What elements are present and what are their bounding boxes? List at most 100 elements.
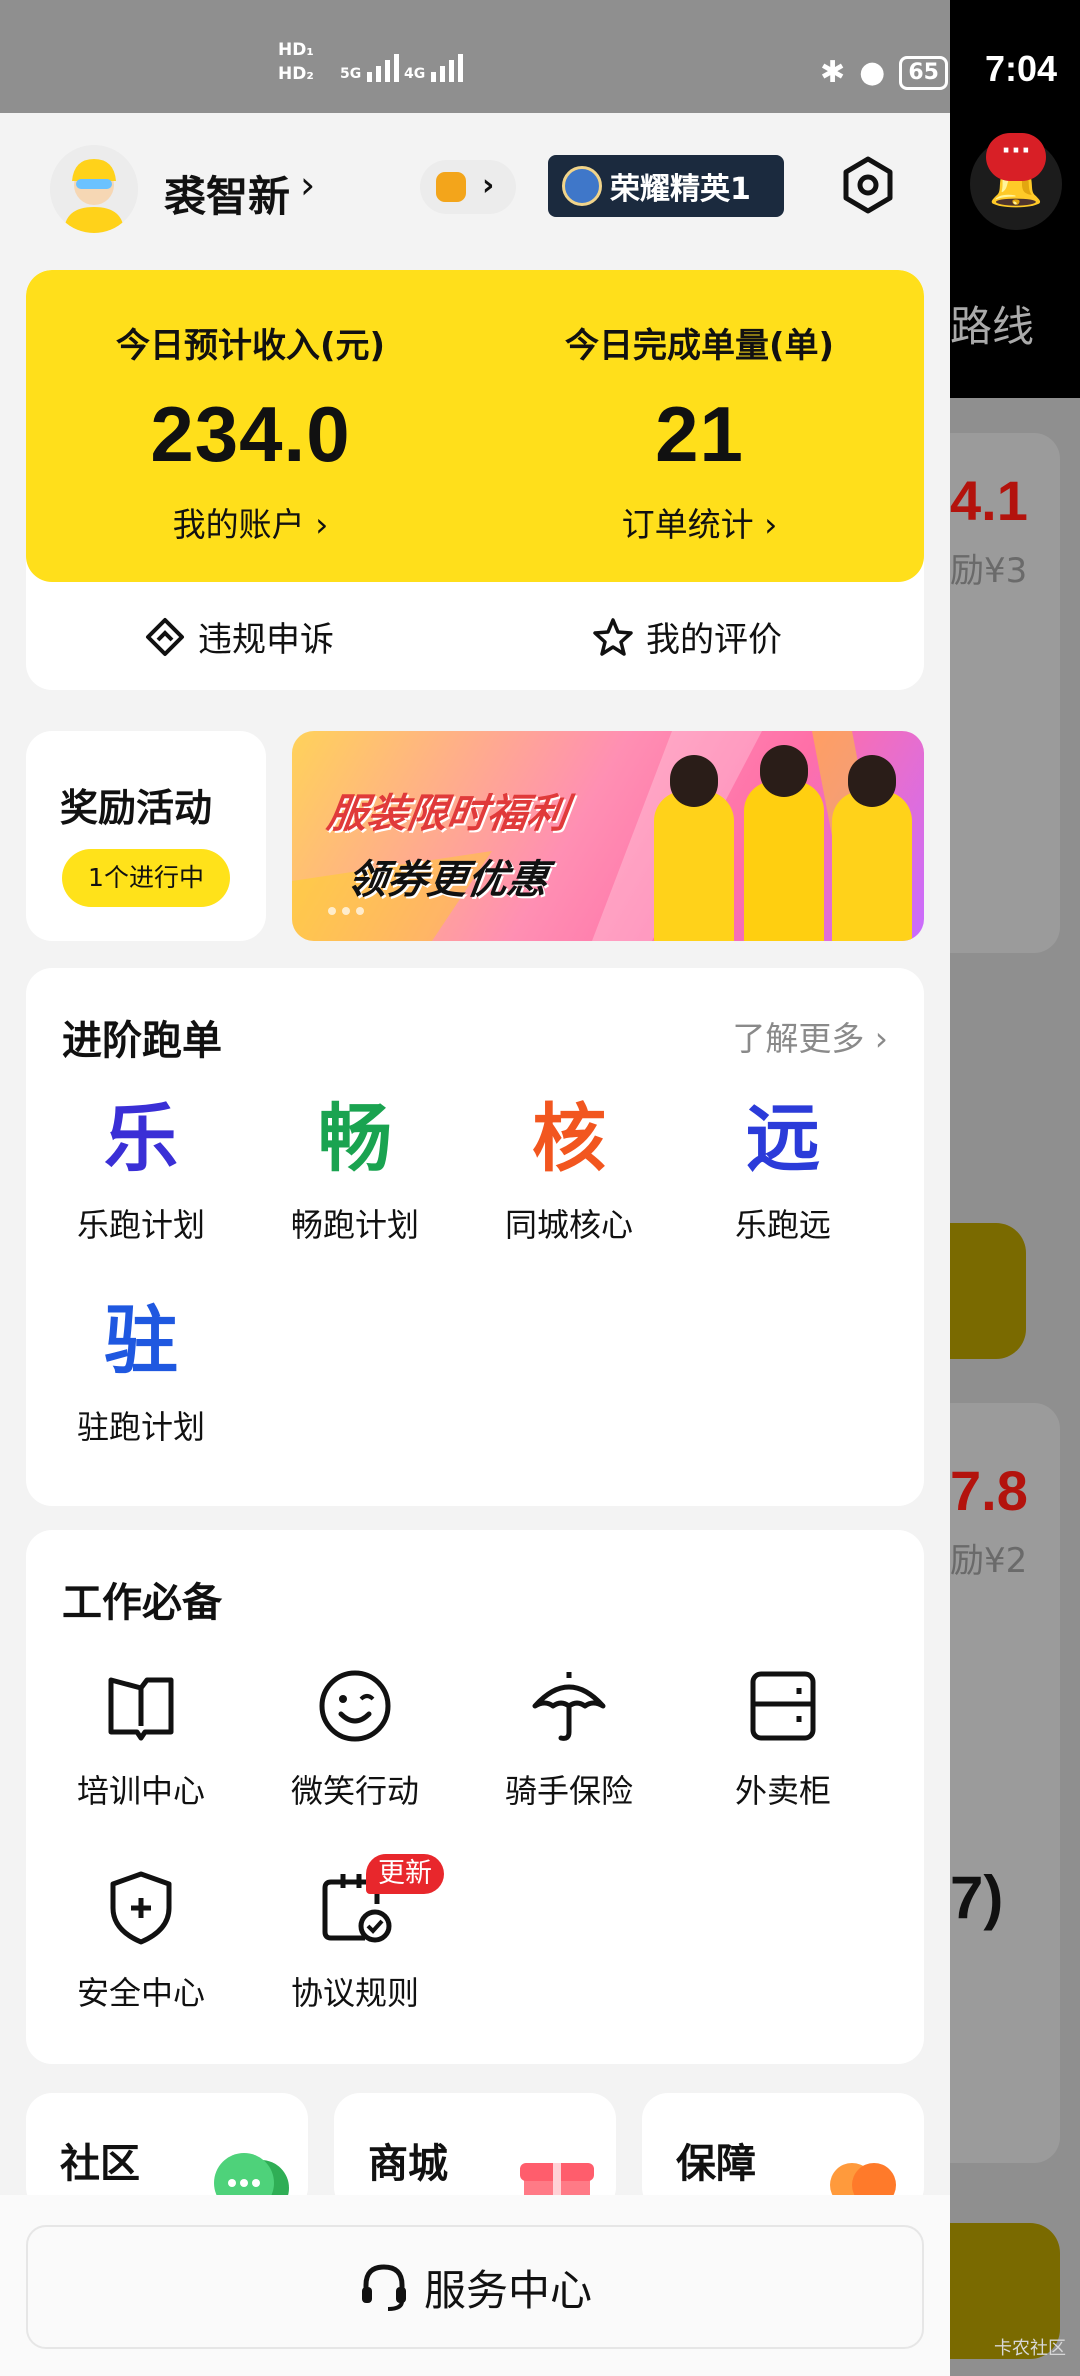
service-center-button[interactable]: 服务中心 <box>26 2225 924 2349</box>
settings-gear-icon[interactable] <box>838 155 898 215</box>
rider-insurance[interactable]: 骑手保险 <box>462 1666 676 1812</box>
learn-more-link[interactable]: 了解更多 › <box>732 1012 888 1060</box>
rating-label: 我的评价 <box>646 620 782 660</box>
smile-action[interactable]: 微笑行动 <box>248 1666 462 1812</box>
update-badge: 更新 <box>366 1854 444 1894</box>
model-head <box>848 755 896 807</box>
plan-chang-label: 畅跑计划 <box>290 1206 419 1244</box>
rider-insurance-label: 骑手保险 <box>504 1772 633 1810</box>
plan-yuan-icon: 远 <box>746 1096 820 1182</box>
appeal-label: 违规申诉 <box>198 620 334 660</box>
smile-action-label: 微笑行动 <box>290 1772 419 1810</box>
model-figure <box>654 791 734 941</box>
guarantee-title: 保障 <box>676 2141 756 2187</box>
banner-subline: 领券更优惠 <box>344 857 551 903</box>
plan-yuan[interactable]: 远 乐跑远 <box>676 1094 890 1246</box>
background-amount-2: 7.8 <box>950 1459 1028 1522</box>
side-drawer: 裘智新 › › 荣耀精英1 今日预计收入(元) 234.0 我的账户 › 今日完 <box>0 113 950 2376</box>
income-value: 234.0 <box>150 390 351 478</box>
income-stat[interactable]: 今日预计收入(元) 234.0 我的账户 › <box>26 318 475 546</box>
plan-le[interactable]: 乐 乐跑计划 <box>34 1094 248 1246</box>
watermark: 卡农社区 <box>994 2338 1066 2359</box>
chevron-right-icon: › <box>482 168 495 203</box>
safety-center[interactable]: 安全中心 <box>34 1868 248 2014</box>
signal-5g-icon: 5G <box>340 52 400 82</box>
community-title: 社区 <box>60 2141 140 2187</box>
training-center-label: 培训中心 <box>76 1772 205 1810</box>
locker-icon <box>750 1671 816 1741</box>
plan-core[interactable]: 核 同城核心 <box>462 1094 676 1246</box>
banner-pager <box>328 907 364 915</box>
location-icon: ● <box>859 55 886 90</box>
user-name[interactable]: 裘智新 <box>164 163 290 224</box>
background-header: 🔔 ··· 路线 <box>950 113 1080 398</box>
appeal-icon <box>146 617 184 656</box>
background-reward-2: 励¥2 <box>950 1541 1028 1581</box>
star-icon <box>593 617 633 656</box>
chevron-right-icon[interactable]: › <box>300 163 315 207</box>
plan-chang[interactable]: 畅 畅跑计划 <box>248 1094 462 1246</box>
service-center-label: 服务中心 <box>423 2265 592 2315</box>
training-center[interactable]: 培训中心 <box>34 1666 248 1812</box>
level-badge-button[interactable]: › <box>420 160 516 214</box>
safety-center-label: 安全中心 <box>76 1974 205 2012</box>
model-head <box>670 755 718 807</box>
avatar[interactable] <box>50 145 138 233</box>
orders-label: 今日完成单量(单) <box>564 326 835 366</box>
plan-zhu-label: 驻跑计划 <box>76 1408 205 1446</box>
clock: 7:04 <box>984 48 1058 89</box>
plan-core-label: 同城核心 <box>504 1206 633 1244</box>
delivery-locker-label: 外卖柜 <box>734 1772 831 1810</box>
mall-title: 商城 <box>368 2141 448 2187</box>
plan-le-label: 乐跑计划 <box>76 1206 205 1244</box>
income-summary: 今日预计收入(元) 234.0 我的账户 › 今日完成单量(单) 21 订单统计… <box>26 270 924 582</box>
status-icons: ✱ ● 65 <box>820 55 948 90</box>
book-icon <box>108 1677 174 1741</box>
status-bar: HD₁ HD₂ 5G 4G ✱ ● 65 7:04 <box>0 0 1080 113</box>
banner-headline: 服装限时福利 <box>324 791 571 837</box>
income-actions: 违规申诉 我的评价 <box>26 582 924 690</box>
income-label: 今日预计收入(元) <box>115 326 386 366</box>
agreement-rules[interactable]: 更新 协议规则 <box>248 1854 462 2014</box>
plan-zhu-icon: 驻 <box>104 1298 178 1384</box>
reward-activity-card[interactable]: 奖励活动 1个进行中 <box>26 731 266 941</box>
background-button <box>950 1223 1026 1359</box>
headset-icon <box>361 2264 406 2311</box>
model-figure <box>832 791 912 941</box>
background-count: 7) <box>950 1864 1004 1931</box>
background-reward: 励¥3 <box>950 551 1028 591</box>
plan-yuan-label: 乐跑远 <box>734 1206 831 1244</box>
umbrella-icon <box>532 1672 606 1741</box>
background-amount: 4.1 <box>950 469 1028 532</box>
plan-le-icon: 乐 <box>104 1096 178 1182</box>
work-essentials-card: 工作必备 培训中心 微笑行动 骑手保险 外卖柜 安全中心 更新 协议规则 <box>26 1530 924 2064</box>
account-link[interactable]: 我的账户 › <box>26 498 475 546</box>
message-badge: ··· <box>986 133 1046 181</box>
background-page: 🔔 ··· 路线 4.1 励¥3 7.8 励¥2 7) 卡农社区 <box>950 113 1080 2376</box>
advanced-card: 进阶跑单 了解更多 › 乐 乐跑计划 畅 畅跑计划 核 同城核心 远 乐跑远 驻… <box>26 968 924 1506</box>
bluetooth-icon: ✱ <box>820 55 846 90</box>
level-star-icon <box>436 172 466 202</box>
agreement-rules-label: 协议规则 <box>290 1974 419 2012</box>
orders-stat[interactable]: 今日完成单量(单) 21 订单统计 › <box>475 318 924 546</box>
reward-count-tag: 1个进行中 <box>62 849 230 907</box>
smile-icon <box>319 1670 391 1742</box>
honor-badge[interactable]: 荣耀精英1 <box>548 155 784 217</box>
promo-banner[interactable]: 服装限时福利 领券更优惠 <box>292 731 924 941</box>
profile-header: 裘智新 › › 荣耀精英1 <box>0 113 950 263</box>
signal-4g-icon: 4G <box>404 52 464 82</box>
reward-title: 奖励活动 <box>60 786 213 830</box>
background-route-label: 路线 <box>950 302 1035 351</box>
rating-button[interactable]: 我的评价 <box>592 612 782 661</box>
work-title: 工作必备 <box>62 1580 222 1626</box>
model-figure <box>744 781 824 941</box>
plan-zhu[interactable]: 驻 驻跑计划 <box>34 1296 248 1448</box>
plan-chang-icon: 畅 <box>318 1096 392 1182</box>
orders-link[interactable]: 订单统计 › <box>475 498 924 546</box>
honor-label: 荣耀精英1 <box>610 172 751 207</box>
shield-icon <box>110 1871 172 1945</box>
delivery-locker[interactable]: 外卖柜 <box>676 1666 890 1812</box>
appeal-button[interactable]: 违规申诉 <box>144 612 334 661</box>
service-footer: 服务中心 <box>0 2195 950 2376</box>
orders-value: 21 <box>655 390 744 478</box>
